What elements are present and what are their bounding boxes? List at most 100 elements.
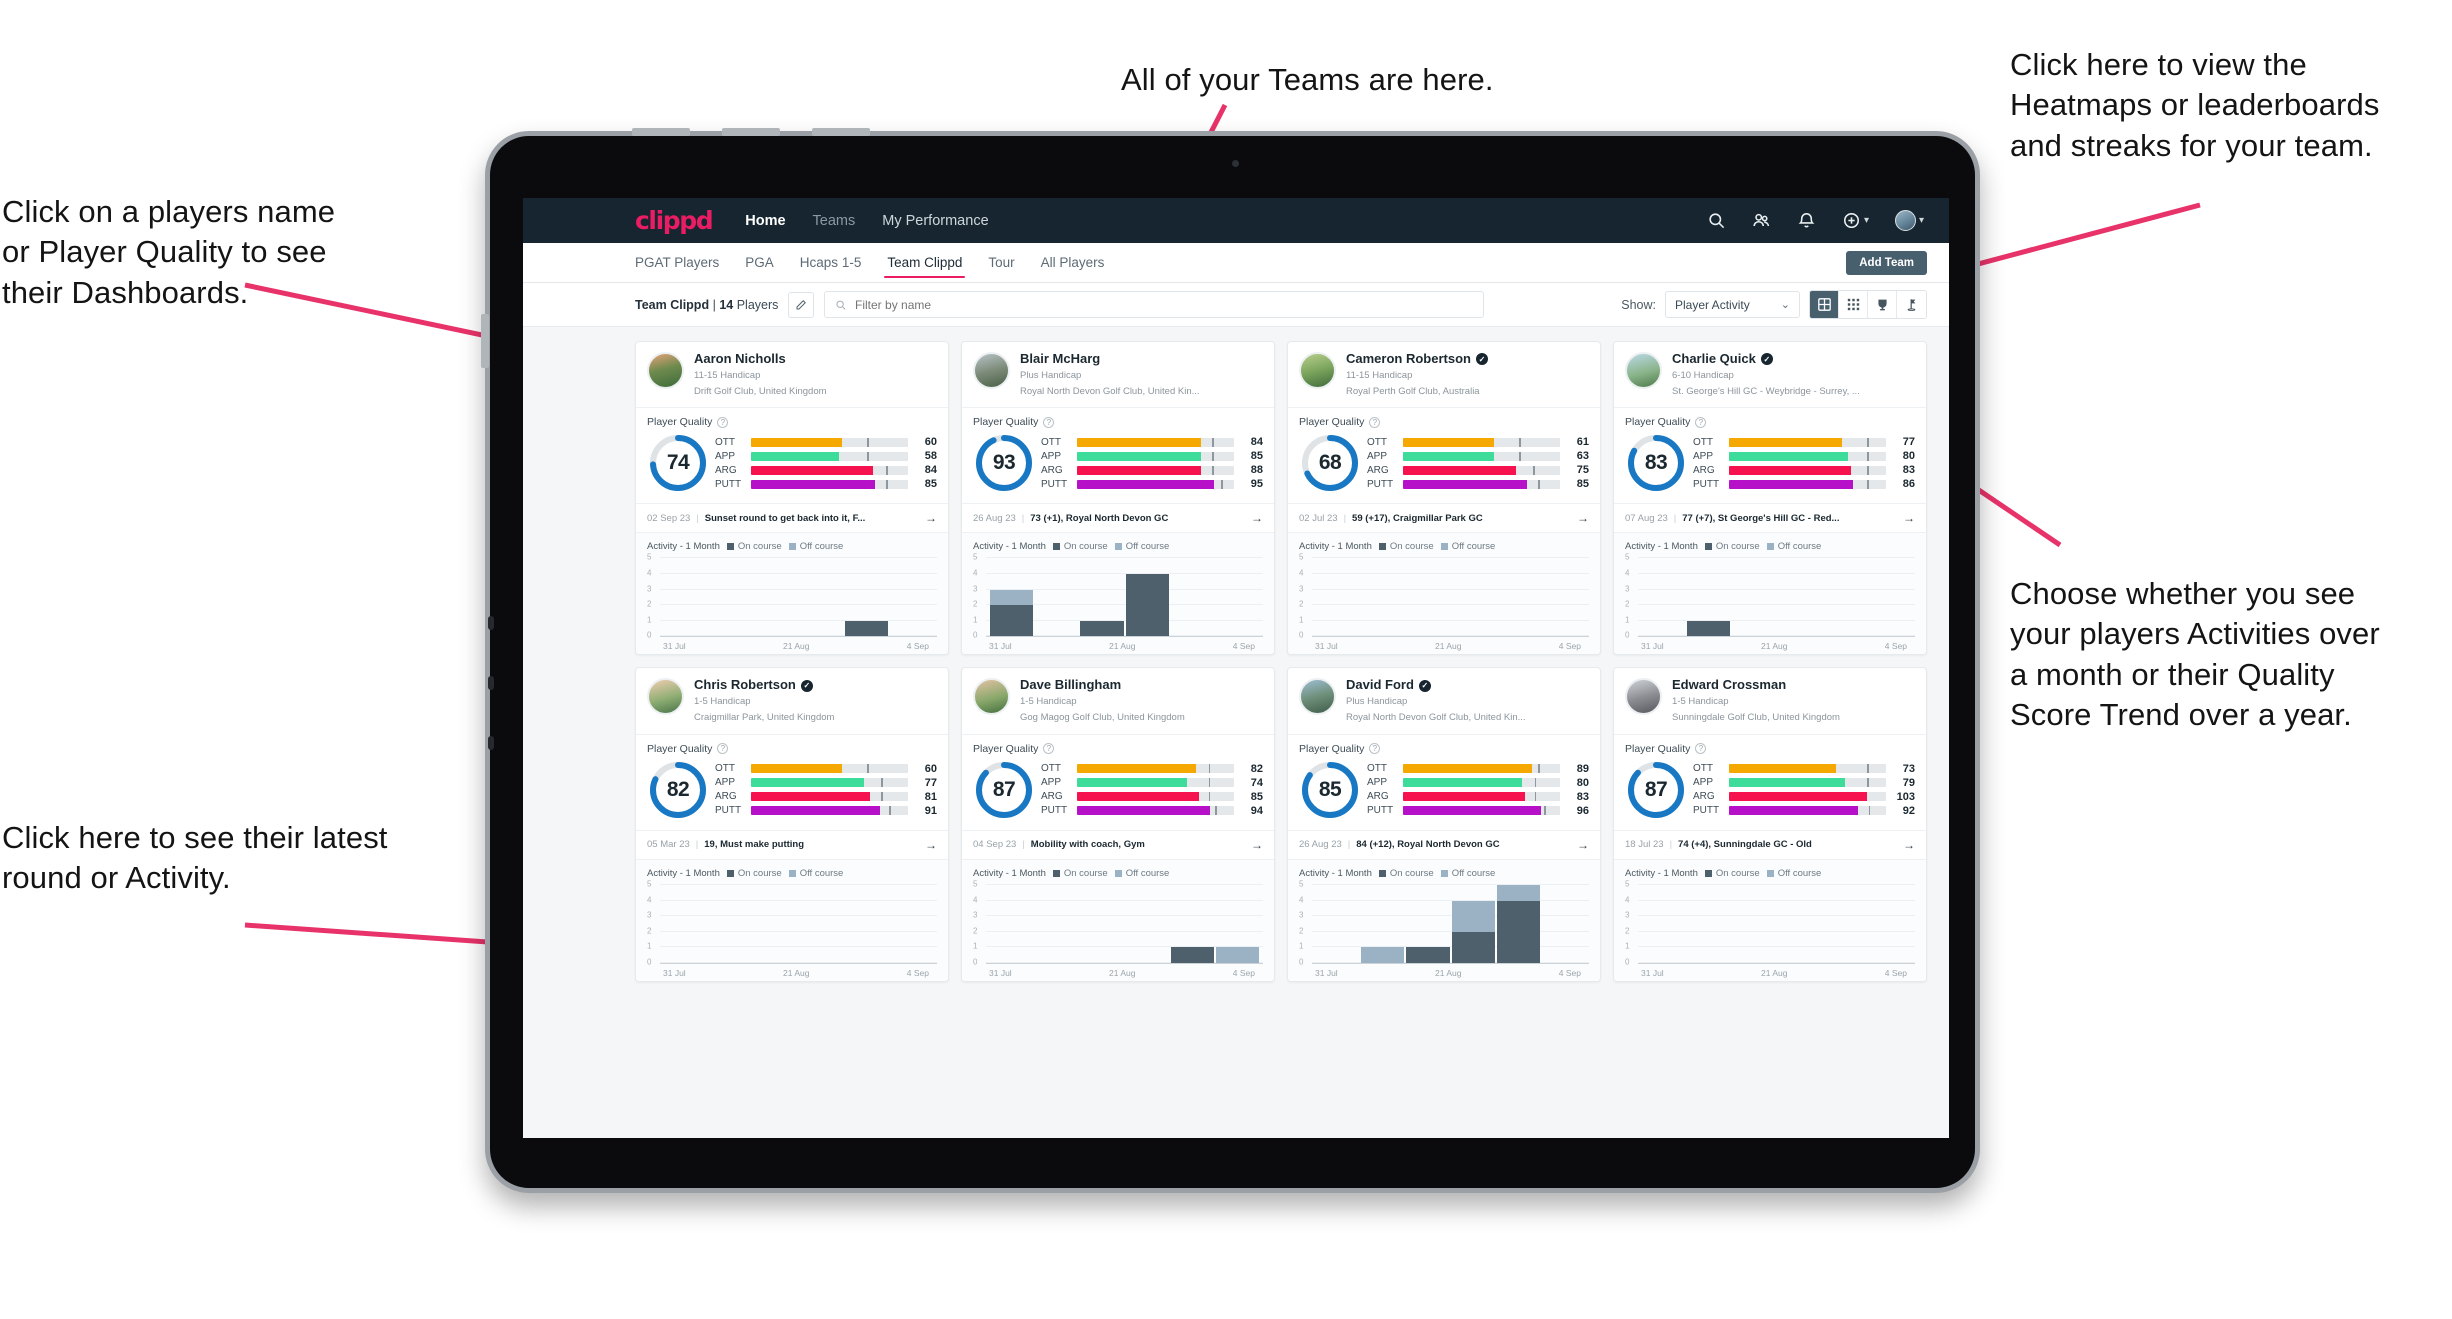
bell-icon[interactable] xyxy=(1797,211,1816,230)
latest-round-row[interactable]: 05 Mar 23 | 19, Must make putting → xyxy=(636,829,948,859)
player-name[interactable]: David Ford xyxy=(1346,678,1414,693)
help-icon[interactable]: ? xyxy=(1369,743,1381,755)
player-card[interactable]: Cameron Robertson ✓ 11-15 Handicap Royal Pe… xyxy=(1287,341,1601,656)
player-card[interactable]: Aaron Nicholls 11-15 Handicap Drift Golf C… xyxy=(635,341,949,656)
view-heatmap-button[interactable] xyxy=(1897,291,1926,318)
player-quality-section[interactable]: Player Quality? 85 OTT 89 APP 80 ARG 83 PUTT 96 xyxy=(1288,733,1600,830)
legend-swatch-off-course xyxy=(1440,869,1448,877)
tab-pgat-players[interactable]: PGAT Players xyxy=(635,243,719,282)
player-name[interactable]: Edward Crossman xyxy=(1672,678,1786,693)
arrow-right-icon[interactable]: → xyxy=(1251,838,1263,852)
profile-menu[interactable]: ▾ xyxy=(1894,210,1924,231)
add-menu[interactable]: ▾ xyxy=(1842,211,1869,230)
player-name-row[interactable]: Aaron Nicholls xyxy=(694,351,827,367)
view-leaderboard-button[interactable] xyxy=(1868,291,1897,318)
player-card[interactable]: Blair McHarg Plus Handicap Royal North Dev… xyxy=(961,341,1275,656)
player-name[interactable]: Cameron Robertson xyxy=(1346,351,1471,367)
arrow-right-icon[interactable]: → xyxy=(925,838,937,852)
player-card[interactable]: Charlie Quick ✓ 6-10 Handicap St. George's … xyxy=(1613,341,1927,656)
clippd-logo[interactable]: clippd xyxy=(635,206,714,235)
help-icon[interactable]: ? xyxy=(717,743,729,755)
people-icon[interactable] xyxy=(1752,211,1771,230)
help-icon[interactable]: ? xyxy=(1043,743,1055,755)
tab-team-clippd[interactable]: Team Clippd xyxy=(884,243,966,282)
tab-pga[interactable]: PGA xyxy=(745,243,774,282)
player-avatar[interactable] xyxy=(1299,352,1336,389)
player-name-row[interactable]: Blair McHarg xyxy=(1020,351,1200,367)
player-card[interactable]: Edward Crossman 1-5 Handicap Sunningdale G… xyxy=(1613,667,1927,982)
arrow-right-icon[interactable]: → xyxy=(1577,511,1589,525)
nav-item-home[interactable]: Home xyxy=(745,213,785,229)
player-avatar[interactable] xyxy=(1299,678,1336,716)
player-quality-section[interactable]: Player Quality? 93 OTT 84 APP 85 ARG 88 PUTT 95 xyxy=(962,407,1274,503)
latest-round-row[interactable]: 26 Aug 23 | 84 (+12), Royal North Devon GC… xyxy=(1288,829,1600,859)
player-avatar[interactable] xyxy=(973,352,1010,389)
player-quality-section[interactable]: Player Quality? 87 OTT 82 APP 74 ARG 85 PUTT 94 xyxy=(962,733,1274,830)
edit-team-button[interactable] xyxy=(788,291,815,318)
player-name-row[interactable]: Edward Crossman xyxy=(1672,678,1840,693)
tab-hcaps-1-5[interactable]: Hcaps 1-5 xyxy=(800,243,862,282)
tab-all-players[interactable]: All Players xyxy=(1041,243,1105,282)
search-icon[interactable] xyxy=(1707,211,1726,230)
player-quality-section[interactable]: Player Quality? 82 OTT 60 APP 77 ARG 81 PUTT 91 xyxy=(636,733,948,830)
show-select[interactable]: Player Activity ⌄ xyxy=(1665,291,1800,318)
player-quality-section[interactable]: Player Quality? 68 OTT 61 APP 63 ARG 75 PUTT 85 xyxy=(1288,407,1600,503)
tab-tour[interactable]: Tour xyxy=(988,243,1014,282)
arrow-right-icon[interactable]: → xyxy=(1903,511,1915,525)
search-input[interactable] xyxy=(855,297,1474,312)
player-name-row[interactable]: Charlie Quick ✓ xyxy=(1672,351,1860,367)
player-quality-section[interactable]: Player Quality? 87 OTT 73 APP 79 ARG 103 PUTT 92 xyxy=(1614,733,1926,830)
add-team-button[interactable]: Add Team xyxy=(1846,250,1927,275)
player-name[interactable]: Blair McHarg xyxy=(1020,351,1100,367)
view-grid-large-button[interactable] xyxy=(1810,291,1839,318)
view-grid-small-button[interactable] xyxy=(1839,291,1868,318)
player-quality-section[interactable]: Player Quality? 83 OTT 77 APP 80 ARG 83 PUTT 86 xyxy=(1614,407,1926,503)
player-avatar[interactable] xyxy=(1625,678,1662,716)
latest-round-row[interactable]: 02 Sep 23 | Sunset round to get back into … xyxy=(636,503,948,532)
avatar[interactable] xyxy=(1894,210,1916,231)
activity-title: Activity - 1 Month xyxy=(1625,867,1698,879)
player-name[interactable]: Charlie Quick xyxy=(1672,351,1756,367)
player-quality-body: 87 OTT 73 APP 79 ARG 103 PUTT 92 xyxy=(1625,759,1915,821)
arrow-right-icon[interactable]: → xyxy=(1903,838,1915,852)
player-name[interactable]: Chris Robertson xyxy=(694,678,796,693)
player-club: Royal North Devon Golf Club, United Kin.… xyxy=(1346,712,1526,724)
bar-group xyxy=(754,557,797,636)
help-icon[interactable]: ? xyxy=(1369,416,1381,428)
help-icon[interactable]: ? xyxy=(1043,416,1055,428)
player-name-row[interactable]: David Ford ✓ xyxy=(1346,678,1526,693)
latest-round-row[interactable]: 26 Aug 23 | 73 (+1), Royal North Devon GC → xyxy=(962,503,1274,532)
player-avatar[interactable] xyxy=(1625,352,1662,389)
arrow-right-icon[interactable]: → xyxy=(1251,511,1263,525)
help-icon[interactable]: ? xyxy=(1695,416,1707,428)
player-name-row[interactable]: Dave Billingham xyxy=(1020,678,1185,693)
team-summary-label: Team Clippd | 14 Players xyxy=(635,298,778,312)
plus-circle-icon[interactable] xyxy=(1842,211,1861,230)
x-axis-labels: 31 Jul 21 Aug 4 Sep xyxy=(973,637,1263,651)
player-card[interactable]: Chris Robertson ✓ 1-5 Handicap Craigmillar … xyxy=(635,667,949,982)
player-name-row[interactable]: Cameron Robertson ✓ xyxy=(1346,351,1488,367)
arrow-right-icon[interactable]: → xyxy=(1577,838,1589,852)
search-field-wrapper[interactable] xyxy=(824,291,1485,318)
latest-round-row[interactable]: 18 Jul 23 | 74 (+4), Sunningdale GC - Old → xyxy=(1614,829,1926,859)
player-avatar[interactable] xyxy=(647,352,684,389)
player-name-row[interactable]: Chris Robertson ✓ xyxy=(694,678,834,693)
help-icon[interactable]: ? xyxy=(1695,743,1707,755)
player-name[interactable]: Dave Billingham xyxy=(1020,678,1121,693)
help-icon[interactable]: ? xyxy=(717,416,729,428)
bar-group xyxy=(1823,884,1866,963)
x-axis-tick: 4 Sep xyxy=(1558,967,1581,978)
latest-round-row[interactable]: 07 Aug 23 | 77 (+7), St George's Hill GC -… xyxy=(1614,503,1926,532)
player-card[interactable]: David Ford ✓ Plus Handicap Royal North Devo… xyxy=(1287,667,1601,982)
arrow-right-icon[interactable]: → xyxy=(925,511,937,525)
player-avatar[interactable] xyxy=(973,678,1010,716)
nav-item-my-performance[interactable]: My Performance xyxy=(882,213,988,229)
player-card[interactable]: Dave Billingham 1-5 Handicap Gog Magog Gol… xyxy=(961,667,1275,982)
y-axis-tick: 2 xyxy=(973,926,978,936)
player-quality-section[interactable]: Player Quality? 74 OTT 60 APP 58 ARG 84 PUTT 85 xyxy=(636,407,948,503)
player-avatar[interactable] xyxy=(647,678,684,716)
nav-item-teams[interactable]: Teams xyxy=(813,213,856,229)
latest-round-row[interactable]: 02 Jul 23 | 59 (+17), Craigmillar Park GC → xyxy=(1288,503,1600,532)
latest-round-row[interactable]: 04 Sep 23 | Mobility with coach, Gym → xyxy=(962,829,1274,859)
player-name[interactable]: Aaron Nicholls xyxy=(694,351,786,367)
